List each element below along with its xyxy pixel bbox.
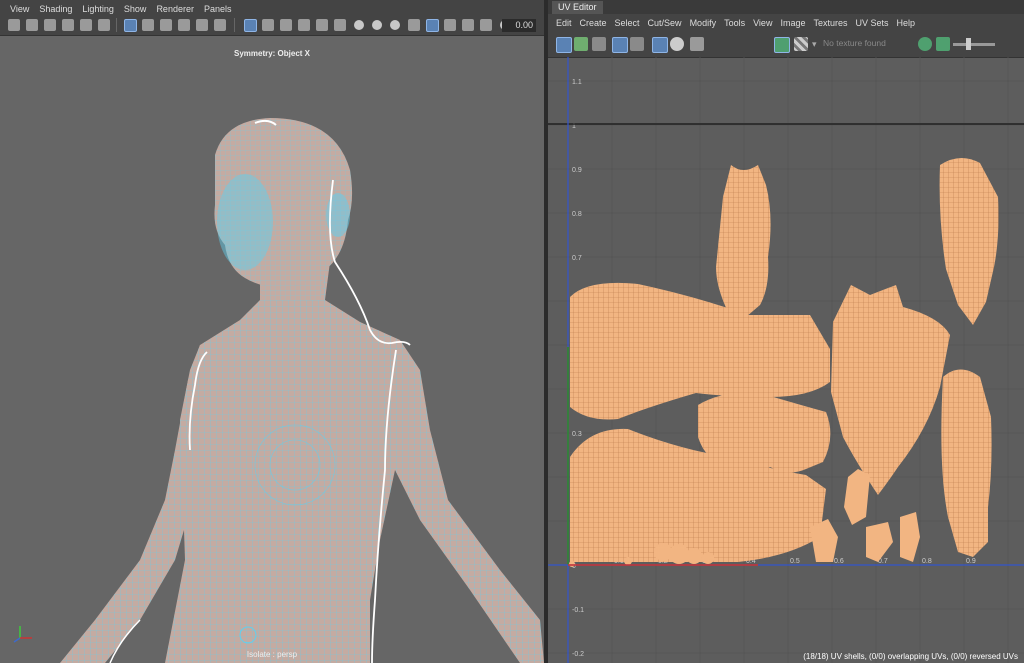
uv-shell-toe[interactable] — [669, 544, 689, 564]
uv-shell-toe[interactable] — [624, 557, 632, 565]
uv-menu-cut-sew[interactable]: Cut/Sew — [648, 18, 682, 28]
uv-u-tick-label: 0.5 — [790, 558, 800, 565]
torso-wireframe — [165, 262, 544, 663]
uv-snapshot-icon[interactable] — [690, 37, 704, 51]
uv-editor-panel[interactable]: UV Editor Edit Create Select Cut/Sew Mod… — [548, 0, 1024, 663]
uv-distortion-icon[interactable] — [592, 37, 606, 51]
uv-menu-tools[interactable]: Tools — [724, 18, 745, 28]
uv-status-bar: (18/18) UV shells, (0/0) overlapping UVs… — [803, 652, 1018, 661]
uv-grid-icon[interactable] — [612, 37, 628, 53]
axis-gizmo — [12, 624, 36, 646]
uv-filter-icon[interactable] — [630, 37, 644, 51]
uv-v-tick-label: 0.7 — [572, 255, 582, 262]
uv-v-tick-label: -0.1 — [572, 607, 584, 614]
uv-shell-foot[interactable] — [900, 512, 920, 562]
uv-menu-help[interactable]: Help — [897, 18, 916, 28]
uv-v-tick-label: 0.8 — [572, 211, 582, 218]
brightness-slider-handle[interactable] — [966, 38, 971, 50]
uv-editor-menubar: Edit Create Select Cut/Sew Modify Tools … — [548, 14, 1024, 31]
uv-menu-select[interactable]: Select — [615, 18, 640, 28]
uv-v-tick-label: -0.2 — [572, 651, 584, 658]
uv-shells[interactable] — [569, 157, 999, 567]
uv-checker-icon[interactable] — [794, 37, 808, 51]
viewport-panel[interactable]: View Shading Lighting Show Renderer Pane… — [0, 0, 544, 663]
uv-v-tick-label: 0.3 — [572, 431, 582, 438]
uv-u-tick-label: 0.6 — [834, 558, 844, 565]
uv-image-display-icon[interactable] — [774, 37, 790, 53]
model-view[interactable] — [0, 0, 544, 663]
uv-menu-edit[interactable]: Edit — [556, 18, 572, 28]
face-selection-highlight — [217, 174, 273, 270]
uv-shell-wire — [698, 392, 831, 473]
uv-menu-uv-sets[interactable]: UV Sets — [855, 18, 888, 28]
uv-shell-foot[interactable] — [810, 519, 838, 562]
brightness-slider-track[interactable] — [953, 43, 995, 46]
uv-pixel-snap-icon[interactable] — [652, 37, 668, 53]
uv-shell-wire — [939, 157, 999, 325]
uv-u-tick-label: 0.9 — [966, 558, 976, 565]
uv-menu-image[interactable]: Image — [780, 18, 805, 28]
uv-shell-toe[interactable] — [569, 561, 575, 567]
uv-menu-view[interactable]: View — [753, 18, 772, 28]
uv-image-icon[interactable] — [936, 37, 950, 51]
uv-u-tick-label: 0.8 — [922, 558, 932, 565]
uv-v-tick-label: 0.9 — [572, 167, 582, 174]
texture-selector[interactable]: No texture found — [823, 38, 913, 48]
uv-layout-icon[interactable] — [574, 37, 588, 51]
character-mesh[interactable] — [60, 118, 544, 663]
uv-refresh-icon[interactable] — [918, 37, 932, 51]
uv-v-tick-label: 1.1 — [572, 79, 582, 86]
uv-shade-icon[interactable] — [670, 37, 684, 51]
uv-shell-foot[interactable] — [866, 522, 893, 562]
uv-shell-wire — [716, 165, 771, 317]
uv-shell-toe[interactable] — [702, 552, 714, 564]
uv-shell-toe[interactable] — [686, 548, 702, 564]
uv-editor-tab-bar: UV Editor — [548, 0, 1024, 14]
uv-menu-textures[interactable]: Textures — [813, 18, 847, 28]
uv-shell-wire — [831, 285, 950, 495]
uv-menu-modify[interactable]: Modify — [690, 18, 717, 28]
uv-editor-tab[interactable]: UV Editor — [552, 1, 603, 14]
uv-canvas[interactable]: 1.110.90.80.70.60.50.40.30.20.10-0.1-0.2… — [548, 57, 1024, 663]
uv-shell-wire — [941, 369, 992, 557]
uv-shell-select-icon[interactable] — [556, 37, 572, 53]
uv-menu-create[interactable]: Create — [580, 18, 607, 28]
camera-label: Isolate : persp — [246, 650, 298, 659]
